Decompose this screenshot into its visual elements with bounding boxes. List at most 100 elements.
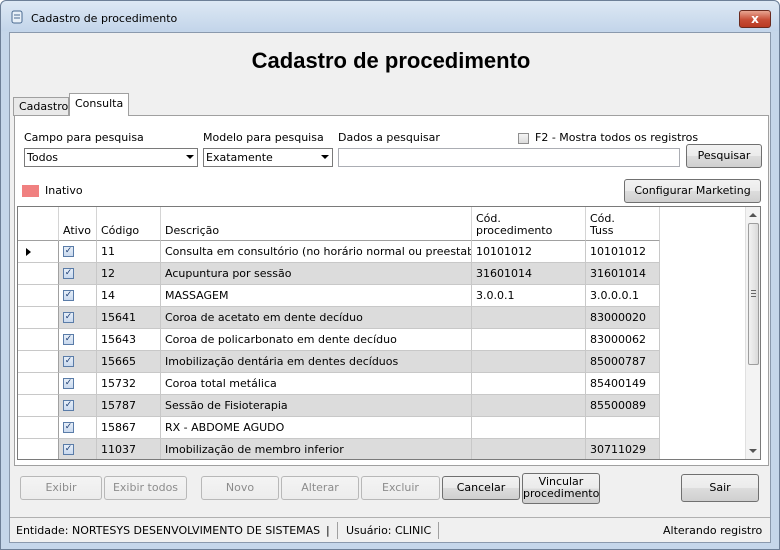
table-row[interactable]: ✓ 11 Consulta em consultório (no horário n… xyxy=(18,241,747,263)
novo-button[interactable]: Novo xyxy=(201,476,279,500)
row-header[interactable] xyxy=(18,241,59,263)
row-header[interactable] xyxy=(18,329,59,351)
exibir-todos-button[interactable]: Exibir todos xyxy=(104,476,187,500)
table-row[interactable]: ✓ 15665 Imobilização dentária em dentes de… xyxy=(18,351,747,373)
table-row[interactable]: ✓ 15787 Sessão de Fisioterapia 85500089 xyxy=(18,395,747,417)
ativo-checkbox[interactable]: ✓ xyxy=(63,422,74,433)
scroll-up-icon[interactable] xyxy=(749,213,757,217)
ativo-checkbox[interactable]: ✓ xyxy=(63,290,74,301)
cell-codigo[interactable]: 11 xyxy=(97,241,161,263)
row-header[interactable] xyxy=(18,395,59,417)
row-header[interactable] xyxy=(18,373,59,395)
cell-cod-tuss[interactable]: 10101012 xyxy=(586,241,660,263)
table-row[interactable]: ✓ 15643 Coroa de policarbonato em dente de… xyxy=(18,329,747,351)
cell-descricao[interactable]: Coroa de acetato em dente decíduo xyxy=(161,307,472,329)
cell-ativo[interactable]: ✓ xyxy=(59,351,97,373)
row-header[interactable] xyxy=(18,439,59,459)
row-header[interactable] xyxy=(18,285,59,307)
cell-cod-tuss[interactable]: 3.0.0.0.1 xyxy=(586,285,660,307)
cell-ativo[interactable]: ✓ xyxy=(59,329,97,351)
cell-cod-procedimento[interactable] xyxy=(472,351,586,373)
cell-ativo[interactable]: ✓ xyxy=(59,439,97,459)
scroll-thumb[interactable] xyxy=(748,223,759,365)
cell-cod-procedimento[interactable] xyxy=(472,417,586,439)
cell-ativo[interactable]: ✓ xyxy=(59,285,97,307)
cell-cod-tuss[interactable]: 30711029 xyxy=(586,439,660,459)
tab-consulta[interactable]: Consulta xyxy=(69,93,129,116)
cell-codigo[interactable]: 15787 xyxy=(97,395,161,417)
procedures-grid[interactable]: Ativo Código Descrição Cód. procedimento… xyxy=(17,206,761,460)
cell-descricao[interactable]: Sessão de Fisioterapia xyxy=(161,395,472,417)
ativo-checkbox[interactable]: ✓ xyxy=(63,246,74,257)
cell-descricao[interactable]: Coroa total metálica xyxy=(161,373,472,395)
ativo-checkbox[interactable]: ✓ xyxy=(63,334,74,345)
ativo-checkbox[interactable]: ✓ xyxy=(63,444,74,455)
table-row[interactable]: ✓ 11037 Imobilização de membro inferior 307… xyxy=(18,439,747,459)
cell-cod-tuss[interactable]: 85400149 xyxy=(586,373,660,395)
cell-cod-tuss[interactable]: 83000020 xyxy=(586,307,660,329)
cell-codigo[interactable]: 15665 xyxy=(97,351,161,373)
search-model-select[interactable]: Exatamente xyxy=(203,148,333,167)
cell-descricao[interactable]: RX - ABDOME AGUDO xyxy=(161,417,472,439)
cell-codigo[interactable]: 14 xyxy=(97,285,161,307)
row-header[interactable] xyxy=(18,417,59,439)
search-button[interactable]: Pesquisar xyxy=(686,144,762,168)
search-data-input[interactable] xyxy=(338,148,680,167)
cell-ativo[interactable]: ✓ xyxy=(59,395,97,417)
cell-ativo[interactable]: ✓ xyxy=(59,241,97,263)
table-row[interactable]: ✓ 15641 Coroa de acetato em dente decíduo 8… xyxy=(18,307,747,329)
cell-codigo[interactable]: 11037 xyxy=(97,439,161,459)
cell-cod-procedimento[interactable] xyxy=(472,307,586,329)
col-header-descricao[interactable]: Descrição xyxy=(161,207,472,241)
table-row[interactable]: ✓ 14 MASSAGEM 3.0.0.1 3.0.0.0.1 xyxy=(18,285,747,307)
col-header-cod-tuss[interactable]: Cód. Tuss xyxy=(586,207,660,241)
table-row[interactable]: ✓ 15867 RX - ABDOME AGUDO xyxy=(18,417,747,439)
cell-ativo[interactable]: ✓ xyxy=(59,417,97,439)
show-all-checkbox[interactable] xyxy=(518,133,529,144)
cell-descricao[interactable]: Acupuntura por sessão xyxy=(161,263,472,285)
col-header-cod-procedimento[interactable]: Cód. procedimento xyxy=(472,207,586,241)
alterar-button[interactable]: Alterar xyxy=(281,476,359,500)
cell-ativo[interactable]: ✓ xyxy=(59,307,97,329)
cell-descricao[interactable]: MASSAGEM xyxy=(161,285,472,307)
exibir-button[interactable]: Exibir xyxy=(20,476,102,500)
cell-codigo[interactable]: 15732 xyxy=(97,373,161,395)
cell-cod-tuss[interactable]: 31601014 xyxy=(586,263,660,285)
tab-cadastro[interactable]: Cadastro xyxy=(13,97,69,116)
scroll-down-icon[interactable] xyxy=(749,449,757,453)
row-header[interactable] xyxy=(18,307,59,329)
cell-descricao[interactable]: Consulta em consultório (no horário norm… xyxy=(161,241,472,263)
cell-descricao[interactable]: Coroa de policarbonato em dente decíduo xyxy=(161,329,472,351)
configure-marketing-button[interactable]: Configurar Marketing xyxy=(624,179,761,203)
cell-cod-procedimento[interactable] xyxy=(472,395,586,417)
cell-cod-tuss[interactable]: 85500089 xyxy=(586,395,660,417)
cell-ativo[interactable]: ✓ xyxy=(59,263,97,285)
cell-codigo[interactable]: 15867 xyxy=(97,417,161,439)
title-bar[interactable]: Cadastro de procedimento x xyxy=(1,1,779,31)
cell-cod-procedimento[interactable] xyxy=(472,373,586,395)
ativo-checkbox[interactable]: ✓ xyxy=(63,312,74,323)
cell-cod-tuss[interactable]: 85000787 xyxy=(586,351,660,373)
row-header[interactable] xyxy=(18,351,59,373)
col-header-ativo[interactable]: Ativo xyxy=(59,207,97,241)
sair-button[interactable]: Sair xyxy=(681,474,759,502)
cell-cod-procedimento[interactable]: 31601014 xyxy=(472,263,586,285)
excluir-button[interactable]: Excluir xyxy=(361,476,440,500)
ativo-checkbox[interactable]: ✓ xyxy=(63,268,74,279)
cell-codigo[interactable]: 12 xyxy=(97,263,161,285)
cell-cod-procedimento[interactable]: 3.0.0.1 xyxy=(472,285,586,307)
table-row[interactable]: ✓ 15732 Coroa total metálica 85400149 xyxy=(18,373,747,395)
cell-descricao[interactable]: Imobilização dentária em dentes decíduos xyxy=(161,351,472,373)
cell-codigo[interactable]: 15641 xyxy=(97,307,161,329)
cell-cod-tuss[interactable] xyxy=(586,417,660,439)
search-field-select[interactable]: Todos xyxy=(24,148,198,167)
col-header-codigo[interactable]: Código xyxy=(97,207,161,241)
row-header[interactable] xyxy=(18,263,59,285)
table-row[interactable]: ✓ 12 Acupuntura por sessão 31601014 31601014 xyxy=(18,263,747,285)
cell-codigo[interactable]: 15643 xyxy=(97,329,161,351)
cell-descricao[interactable]: Imobilização de membro inferior xyxy=(161,439,472,459)
ativo-checkbox[interactable]: ✓ xyxy=(63,356,74,367)
vincular-procedimento-button[interactable]: Vincular procedimento xyxy=(522,473,600,504)
ativo-checkbox[interactable]: ✓ xyxy=(63,378,74,389)
cell-cod-procedimento[interactable] xyxy=(472,329,586,351)
